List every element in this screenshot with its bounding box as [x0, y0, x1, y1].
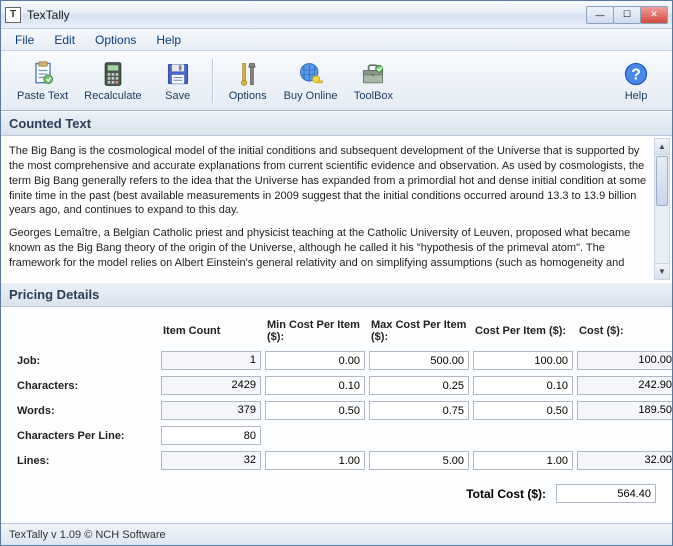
row-lines-label: Lines:	[17, 455, 157, 467]
save-label: Save	[165, 90, 190, 102]
paragraph-1: The Big Bang is the cosmological model o…	[9, 144, 652, 218]
col-item-count: Item Count	[161, 323, 261, 339]
pricing-grid: Item Count Min Cost Per Item ($): Max Co…	[17, 317, 656, 470]
job-count: 1	[161, 351, 261, 370]
text-area: The Big Bang is the cosmological model o…	[1, 136, 672, 282]
scroll-up-icon[interactable]: ▲	[655, 139, 669, 155]
total-value[interactable]	[556, 484, 656, 503]
chars-max[interactable]	[369, 376, 469, 395]
row-job-label: Job:	[17, 355, 157, 367]
window-controls: — ☐ ✕	[587, 6, 668, 24]
scrollbar[interactable]: ▲ ▼	[654, 138, 670, 280]
toolbox-label: ToolBox	[354, 90, 393, 102]
chars-min[interactable]	[265, 376, 365, 395]
options-label: Options	[229, 90, 267, 102]
row-chars-label: Characters:	[17, 380, 157, 392]
lines-count: 32	[161, 451, 261, 470]
calculator-icon	[99, 60, 127, 88]
total-label: Total Cost ($):	[466, 487, 546, 501]
col-cost: Cost ($):	[577, 323, 672, 339]
menu-edit[interactable]: Edit	[44, 31, 85, 49]
job-per[interactable]	[473, 351, 573, 370]
menubar: File Edit Options Help	[1, 29, 672, 51]
toolbar: Paste Text Recalculate Save Options Buy …	[1, 51, 672, 111]
total-row: Total Cost ($):	[17, 484, 656, 503]
paragraph-2: Georges Lemaître, a Belgian Catholic pri…	[9, 226, 652, 271]
menu-file[interactable]: File	[5, 31, 44, 49]
chars-cost: 242.90	[577, 376, 672, 395]
maximize-button[interactable]: ☐	[613, 6, 641, 24]
toolbar-separator	[212, 59, 214, 103]
lines-min[interactable]	[265, 451, 365, 470]
chars-per[interactable]	[473, 376, 573, 395]
counted-text-header: Counted Text	[1, 111, 672, 136]
pricing-panel: Item Count Min Cost Per Item ($): Max Co…	[1, 307, 672, 523]
tools-icon	[234, 60, 262, 88]
row-cpl-label: Characters Per Line:	[17, 430, 157, 442]
text-content[interactable]: The Big Bang is the cosmological model o…	[9, 144, 652, 271]
app-window: T TexTally — ☐ ✕ File Edit Options Help …	[0, 0, 673, 546]
save-button[interactable]: Save	[150, 53, 206, 109]
status-text: TexTally v 1.09 © NCH Software	[9, 529, 166, 541]
lines-max[interactable]	[369, 451, 469, 470]
cpl-count[interactable]	[161, 426, 261, 445]
col-max-cost: Max Cost Per Item ($):	[369, 317, 469, 345]
help-button[interactable]: ? Help	[608, 53, 664, 109]
toolbox-button[interactable]: ToolBox	[345, 53, 401, 109]
titlebar[interactable]: T TexTally — ☐ ✕	[1, 1, 672, 29]
recalc-label: Recalculate	[84, 90, 141, 102]
chars-count: 2429	[161, 376, 261, 395]
col-cost-per: Cost Per Item ($):	[473, 323, 573, 339]
recalculate-button[interactable]: Recalculate	[76, 53, 149, 109]
statusbar: TexTally v 1.09 © NCH Software	[1, 523, 672, 545]
job-cost: 100.00	[577, 351, 672, 370]
globe-key-icon	[297, 60, 325, 88]
words-cost: 189.50	[577, 401, 672, 420]
col-min-cost: Min Cost Per Item ($):	[265, 317, 365, 345]
lines-per[interactable]	[473, 451, 573, 470]
svg-text:?: ?	[631, 66, 641, 83]
clipboard-icon	[29, 60, 57, 88]
lines-cost: 32.00	[577, 451, 672, 470]
row-words-label: Words:	[17, 405, 157, 417]
options-button[interactable]: Options	[220, 53, 276, 109]
paste-label: Paste Text	[17, 90, 68, 102]
job-max[interactable]	[369, 351, 469, 370]
words-min[interactable]	[265, 401, 365, 420]
floppy-icon	[164, 60, 192, 88]
help-icon: ?	[622, 60, 650, 88]
words-count: 379	[161, 401, 261, 420]
minimize-button[interactable]: —	[586, 6, 614, 24]
app-icon: T	[5, 7, 21, 23]
menu-help[interactable]: Help	[146, 31, 191, 49]
paste-text-button[interactable]: Paste Text	[9, 53, 76, 109]
close-button[interactable]: ✕	[640, 6, 668, 24]
toolbox-icon	[359, 60, 387, 88]
scroll-down-icon[interactable]: ▼	[655, 263, 669, 279]
words-per[interactable]	[473, 401, 573, 420]
buy-online-button[interactable]: Buy Online	[276, 53, 346, 109]
words-max[interactable]	[369, 401, 469, 420]
pricing-header: Pricing Details	[1, 282, 672, 307]
window-title: TexTally	[27, 8, 587, 22]
buy-label: Buy Online	[284, 90, 338, 102]
help-label: Help	[625, 90, 648, 102]
scroll-thumb[interactable]	[656, 156, 668, 206]
job-min[interactable]	[265, 351, 365, 370]
menu-options[interactable]: Options	[85, 31, 146, 49]
